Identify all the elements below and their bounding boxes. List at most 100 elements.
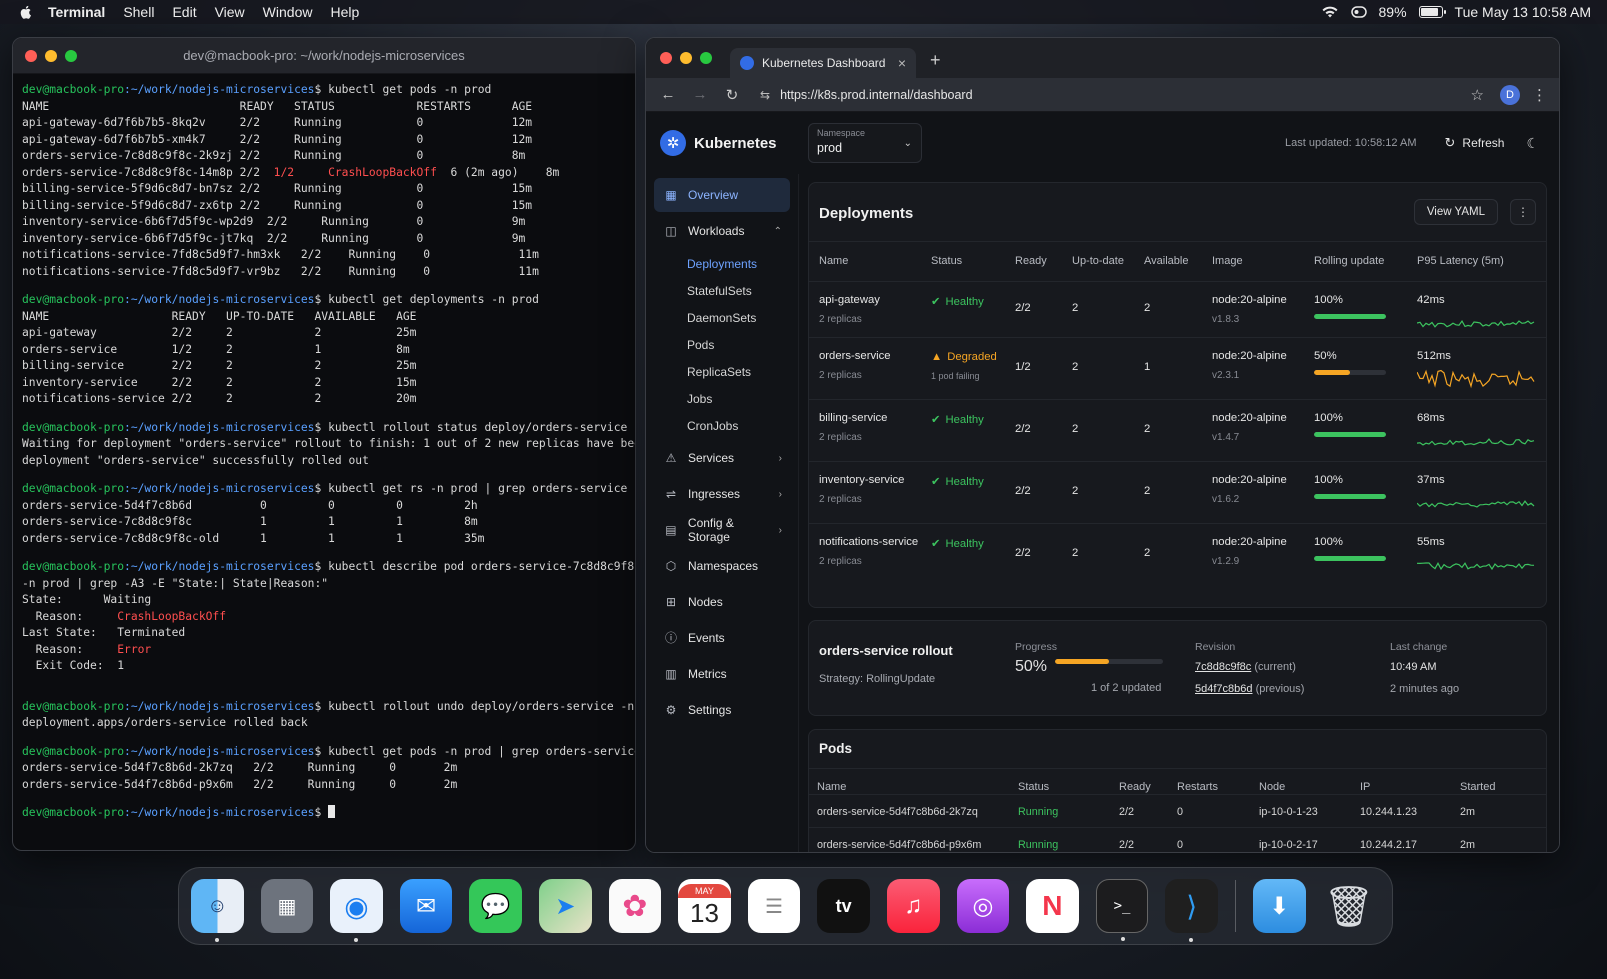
sidebar-item-daemonsets[interactable]: DaemonSets: [646, 304, 798, 331]
output-text: orders-service-5d4f7c8b6d-2k7zq 2/2 Runn…: [22, 761, 458, 774]
col-latency[interactable]: P95 Latency (5m): [1417, 255, 1504, 267]
sidebar-item-settings[interactable]: ⚙ Settings: [654, 693, 790, 727]
calendar-icon[interactable]: MAY 13: [678, 879, 731, 933]
wifi-icon[interactable]: [1321, 5, 1339, 19]
col-status[interactable]: Status: [931, 255, 962, 267]
sidebar-item-config-storage[interactable]: ▤ Config & Storage ›: [654, 513, 790, 547]
downloads-folder-icon[interactable]: ⬇: [1252, 879, 1306, 933]
menu-clock[interactable]: Tue May 13 10:58 AM: [1455, 4, 1591, 20]
sidebar-item-events[interactable]: ⓘ Events: [654, 621, 790, 655]
back-icon[interactable]: ←: [658, 86, 678, 103]
col-rolling[interactable]: Rolling update: [1314, 255, 1384, 267]
sidebar-item-statefulsets[interactable]: StatefulSets: [646, 277, 798, 304]
pod-col-status[interactable]: Status: [1018, 781, 1049, 793]
browser-minimize-button[interactable]: [680, 52, 692, 64]
pod-name-cell[interactable]: orders-service-5d4f7c8b6d-2k7zq: [817, 806, 978, 818]
more-options-icon[interactable]: ⋮: [1510, 199, 1536, 225]
safari-icon[interactable]: ◉: [330, 879, 383, 942]
apple-tv-icon[interactable]: tv: [817, 879, 870, 933]
tab-kubernetes-dashboard[interactable]: Kubernetes Dashboard ×: [730, 48, 916, 78]
menu-view[interactable]: View: [215, 4, 245, 20]
deployment-row[interactable]: orders-service 2 replicas ▲ Degraded 1 pod f…: [809, 337, 1546, 399]
new-tab-icon[interactable]: +: [930, 50, 941, 71]
apple-menu-icon[interactable]: [18, 4, 34, 20]
trash-icon[interactable]: 🗑: [1323, 879, 1376, 933]
sidebar-item-replicasets[interactable]: ReplicaSets: [646, 358, 798, 385]
menu-help[interactable]: Help: [330, 4, 359, 20]
sidebar-item-jobs[interactable]: Jobs: [646, 385, 798, 412]
sidebar-item-namespaces[interactable]: ⬡ Namespaces: [654, 549, 790, 583]
messages-icon[interactable]: 💬: [469, 879, 522, 933]
site-settings-icon[interactable]: ⇆: [760, 88, 770, 102]
music-icon[interactable]: ♫: [886, 879, 940, 933]
browser-close-button[interactable]: [660, 52, 672, 64]
refresh-button[interactable]: ↻ Refresh: [1445, 135, 1505, 151]
kubernetes-logo[interactable]: ✲ Kubernetes: [660, 130, 808, 156]
reminders-icon[interactable]: ☰: [747, 879, 801, 933]
maps-icon[interactable]: ➤: [538, 879, 592, 933]
pod-col-started[interactable]: Started: [1460, 781, 1495, 793]
rolling-update-cell: 100%: [1314, 536, 1386, 561]
pod-col-ready[interactable]: Ready: [1119, 781, 1151, 793]
sidebar-item-workloads[interactable]: ◫ Workloads ⌃: [654, 214, 790, 248]
menu-window[interactable]: Window: [263, 4, 313, 20]
sidebar-item-ingresses[interactable]: ⇌ Ingresses ›: [654, 477, 790, 511]
terminal-icon[interactable]: >_: [1095, 879, 1149, 941]
control-center-icon[interactable]: [1350, 5, 1367, 19]
sidebar-item-cronjobs[interactable]: CronJobs: [646, 412, 798, 439]
sidebar-item-overview[interactable]: ▦ Overview: [654, 178, 790, 212]
bookmark-star-icon[interactable]: ☆: [1471, 86, 1484, 104]
menu-app-name[interactable]: Terminal: [48, 4, 105, 20]
browser-menu-icon[interactable]: ⋮: [1532, 86, 1547, 104]
sidebar-item-nodes[interactable]: ⊞ Nodes: [654, 585, 790, 619]
news-icon[interactable]: N: [1026, 879, 1079, 933]
dark-mode-toggle-icon[interactable]: ☾: [1526, 135, 1539, 152]
image-cell: node:20-alpine v1.2.9: [1212, 536, 1287, 567]
col-available[interactable]: Available: [1144, 255, 1188, 267]
namespace-select[interactable]: Namespace prod ⌄: [808, 123, 922, 163]
reload-icon[interactable]: ↻: [722, 86, 742, 104]
revision-current-link[interactable]: 7c8d8c9f8c: [1195, 661, 1251, 673]
pod-col-ip[interactable]: IP: [1360, 781, 1370, 793]
pod-row[interactable]: orders-service-5d4f7c8b6d-2k7zq Running 2/…: [809, 794, 1546, 827]
sidebar-item-deployments[interactable]: Deployments: [646, 250, 798, 277]
finder-icon[interactable]: ☺: [191, 879, 244, 942]
sidebar-item-services[interactable]: ⚠ Services ›: [654, 441, 790, 475]
sidebar-item-metrics[interactable]: ▥ Metrics: [654, 657, 790, 691]
pod-col-restarts[interactable]: Restarts: [1177, 781, 1218, 793]
vscode-icon[interactable]: ⟩: [1165, 879, 1218, 942]
deployment-name[interactable]: billing-service: [819, 412, 887, 424]
battery-icon[interactable]: [1418, 6, 1446, 18]
view-yaml-button[interactable]: View YAML: [1413, 199, 1498, 225]
col-ready[interactable]: Ready: [1015, 255, 1047, 267]
deployment-row[interactable]: inventory-service 2 replicas ✔ Healthy 2/2 2 2…: [809, 461, 1546, 523]
pod-row[interactable]: orders-service-5d4f7c8b6d-p9x6m Running 2/…: [809, 827, 1546, 852]
photos-icon[interactable]: ✿: [608, 879, 662, 933]
deployment-row[interactable]: billing-service 2 replicas ✔ Healthy 2/2 2 2 no…: [809, 399, 1546, 461]
podcasts-icon[interactable]: ◎: [956, 879, 1010, 933]
deployment-name[interactable]: api-gateway: [819, 294, 880, 306]
col-image[interactable]: Image: [1212, 255, 1243, 267]
pod-name-cell[interactable]: orders-service-5d4f7c8b6d-p9x6m: [817, 839, 981, 851]
deployment-row[interactable]: notifications-service 2 replicas ✔ Healthy 2…: [809, 523, 1546, 585]
menu-shell[interactable]: Shell: [123, 4, 154, 20]
deployment-row[interactable]: api-gateway 2 replicas ✔ Healthy 2/2 2 2 node:2…: [809, 281, 1546, 337]
browser-zoom-button[interactable]: [700, 52, 712, 64]
deployment-name[interactable]: orders-service: [819, 350, 891, 362]
launchpad-icon[interactable]: ▦: [260, 879, 314, 933]
sidebar-item-pods[interactable]: Pods: [646, 331, 798, 358]
col-name[interactable]: Name: [819, 255, 848, 267]
close-tab-icon[interactable]: ×: [898, 55, 906, 71]
profile-avatar[interactable]: D: [1500, 84, 1520, 105]
menu-edit[interactable]: Edit: [172, 4, 196, 20]
mail-icon[interactable]: ✉: [399, 879, 453, 933]
deployment-name[interactable]: notifications-service: [819, 536, 918, 548]
col-uptodate[interactable]: Up-to-date: [1072, 255, 1124, 267]
pod-col-node[interactable]: Node: [1259, 781, 1285, 793]
terminal-output[interactable]: dev@macbook-pro:~/work/nodejs-microservi…: [13, 74, 635, 830]
forward-icon[interactable]: →: [690, 86, 710, 103]
pod-col-name[interactable]: Name: [817, 781, 846, 793]
deployment-name[interactable]: inventory-service: [819, 474, 904, 486]
revision-previous-link[interactable]: 5d4f7c8b6d: [1195, 683, 1253, 695]
address-bar[interactable]: ⇆ https://k8s.prod.internal/dashboard: [754, 82, 1471, 108]
